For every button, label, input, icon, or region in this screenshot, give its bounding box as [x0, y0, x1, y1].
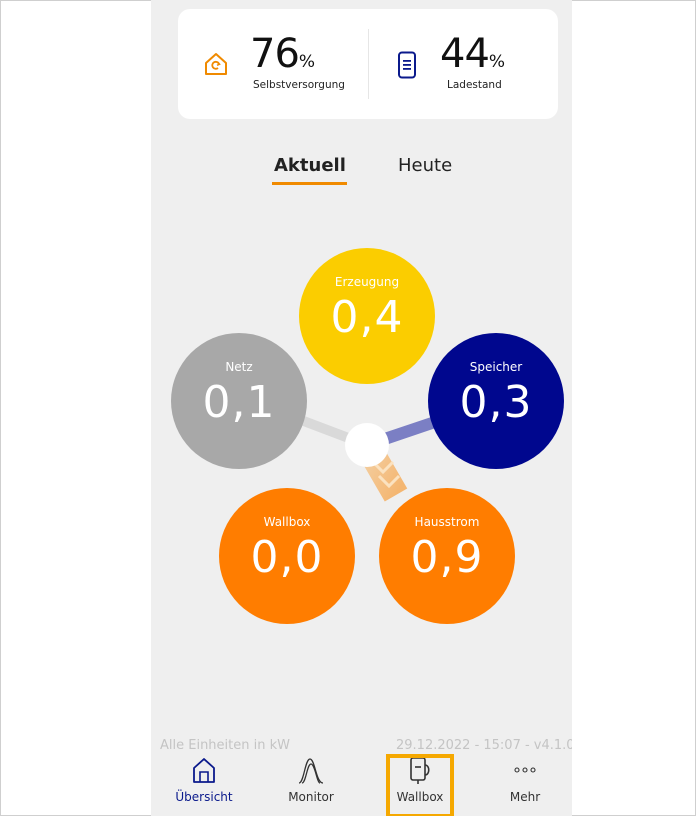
wallbox-highlight-box [386, 754, 454, 816]
more-dots-icon [485, 752, 565, 788]
nav-monitor-label: Monitor [288, 790, 334, 804]
timestamp-version: 29.12.2022 - 15:07 - v4.1.0 [396, 738, 572, 753]
nav-more[interactable]: Mehr [485, 752, 565, 804]
units-note: Alle Einheiten in kW [160, 738, 290, 753]
curve-icon [271, 752, 351, 788]
nav-more-label: Mehr [509, 790, 541, 804]
flow-hub [345, 423, 389, 467]
nav-overview-label: Übersicht [175, 790, 233, 804]
nav-overview[interactable]: Übersicht [164, 752, 244, 804]
nav-monitor[interactable]: Monitor [271, 752, 351, 804]
house-icon [164, 752, 244, 788]
app-screen: 76% Selbstversorgung 44% Ladestand Aktue… [151, 0, 572, 816]
